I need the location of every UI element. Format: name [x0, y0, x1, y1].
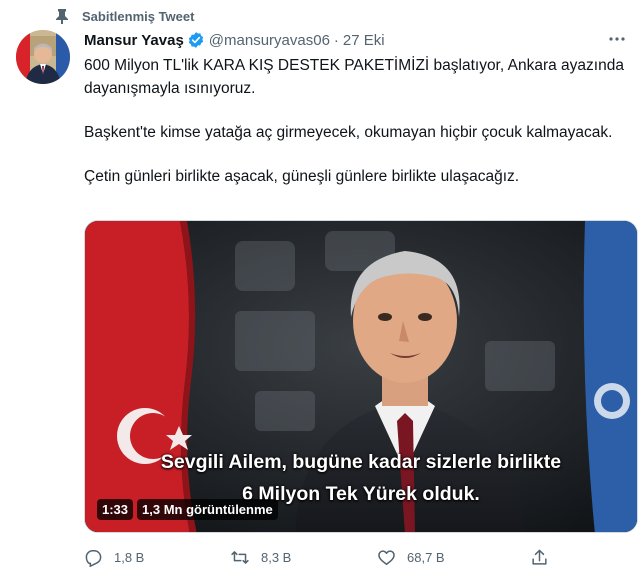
like-count: 68,7 B [407, 549, 445, 565]
video-info: 1:33 1,3 Mn görüntülenme [97, 499, 278, 520]
retweet-icon [231, 550, 249, 564]
pinned-tweet-indicator: Sabitlenmiş Tweet [52, 6, 194, 26]
pin-icon [52, 6, 72, 26]
video-player[interactable]: Sevgili Ailem, bugüne kadar sizlerle bir… [84, 220, 638, 533]
author-name[interactable]: Mansur Yavaş [84, 32, 184, 49]
author-handle[interactable]: @mansuryavas06 [209, 32, 330, 49]
tweet-text: 600 Milyon TL'lik KARA KIŞ DESTEK PAKETİ… [84, 54, 624, 188]
heart-icon [378, 549, 395, 565]
retweet-button[interactable]: 8,3 B [230, 545, 291, 569]
tweet-actions: 1,8 B 8,3 B 68,7 B [84, 545, 584, 569]
retweet-count: 8,3 B [261, 549, 292, 565]
share-button[interactable] [530, 545, 560, 569]
reply-icon [85, 549, 102, 567]
tweet-header: Mansur Yavaş @mansuryavas06 · 27 Eki [84, 29, 633, 51]
tweet-paragraph: Çetin günleri birlikte aşacak, güneşli g… [84, 168, 520, 185]
verified-badge-icon [187, 31, 205, 49]
more-options-icon[interactable] [607, 29, 627, 49]
video-duration: 1:33 [97, 499, 134, 520]
video-subtitle-line-1: Sevgili Ailem, bugüne kadar sizlerle bir… [160, 451, 562, 473]
separator-dot: · [333, 31, 339, 49]
tweet-timestamp[interactable]: 27 Eki [343, 32, 385, 49]
like-button[interactable]: 68,7 B [377, 545, 445, 569]
reply-count: 1,8 B [114, 549, 145, 565]
tweet-paragraph: 600 Milyon TL'lik KARA KIŞ DESTEK PAKETİ… [84, 57, 624, 97]
tweet-paragraph: Başkent'te kimse yatağa aç girmeyecek, o… [84, 124, 613, 141]
avatar[interactable] [16, 30, 70, 84]
share-icon [532, 549, 547, 565]
pinned-label: Sabitlenmiş Tweet [82, 8, 195, 24]
video-view-count: 1,3 Mn görüntülenme [137, 499, 278, 520]
reply-button[interactable]: 1,8 B [84, 545, 144, 569]
